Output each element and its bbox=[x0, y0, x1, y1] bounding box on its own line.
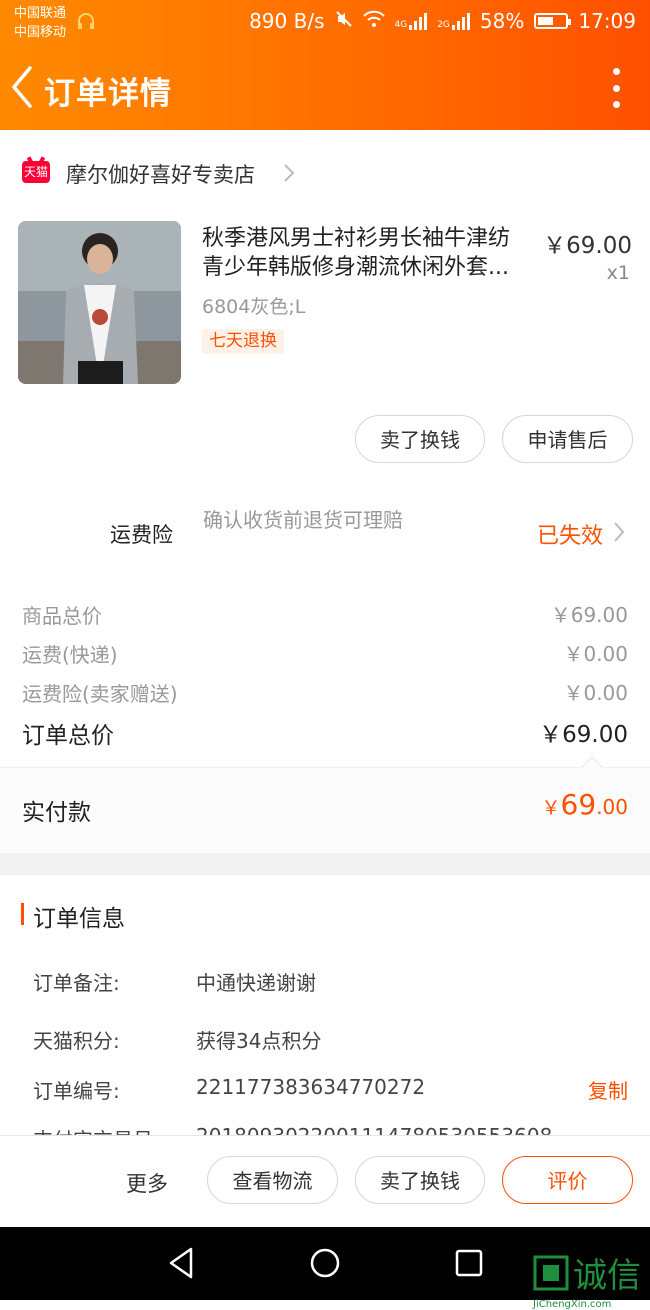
more-options-button[interactable] bbox=[606, 68, 626, 108]
order-info-title: 订单信息 bbox=[33, 906, 125, 932]
view-logistics-button[interactable]: 查看物流 bbox=[207, 1156, 338, 1204]
clock: 17:09 bbox=[578, 9, 636, 33]
battery-percent: 58% bbox=[479, 9, 525, 33]
carrier-2: 中国移动 bbox=[14, 25, 67, 40]
shipping-fee-label: 运费(快递) bbox=[22, 643, 118, 667]
product-sku: 6804灰色;L bbox=[202, 296, 306, 318]
goods-total-value: ￥69.00 bbox=[550, 603, 628, 627]
nav-back-icon[interactable] bbox=[166, 1246, 196, 1284]
sell-for-cash-button[interactable]: 卖了换钱 bbox=[355, 415, 485, 463]
status-indicators: 890 B/s 4G 2G 58% 17:09 bbox=[249, 9, 636, 33]
headset-icon bbox=[76, 12, 96, 36]
dot bbox=[612, 68, 620, 75]
tmall-icon: 天猫 bbox=[22, 161, 50, 183]
dot bbox=[612, 84, 620, 92]
product-price: ￥69.00 bbox=[543, 233, 632, 259]
back-arrow-icon bbox=[12, 66, 32, 108]
network-speed: 890 B/s bbox=[249, 9, 325, 33]
network-type-2: 2G bbox=[437, 20, 450, 30]
app-header: 中国联通 中国移动 890 B/s 4G 2G 58% 17:09 订单详情 bbox=[0, 0, 650, 130]
mute-icon bbox=[335, 9, 353, 33]
nav-recents-icon[interactable] bbox=[455, 1249, 483, 1281]
order-total-label: 订单总价 bbox=[22, 723, 114, 749]
copy-order-number-button[interactable]: 复制 bbox=[588, 1075, 628, 1104]
shipping-fee-value: ￥0.00 bbox=[563, 642, 628, 666]
signal-icon-1: 4G bbox=[395, 12, 428, 30]
watermark-subtext: JiChengXin.com bbox=[533, 1299, 612, 1310]
order-note-value: 中通快递谢谢 bbox=[196, 971, 316, 995]
nav-home-icon[interactable] bbox=[309, 1247, 341, 1283]
carrier-info: 中国联通 中国移动 bbox=[14, 4, 66, 42]
tmall-points-label: 天猫积分: bbox=[33, 1029, 120, 1053]
order-number-label: 订单编号: bbox=[33, 1079, 120, 1103]
chevron-right-icon[interactable] bbox=[612, 521, 626, 547]
carrier-1: 中国联通 bbox=[14, 6, 67, 21]
tmall-points-value: 获得34点积分 bbox=[196, 1029, 322, 1053]
paid-integer: 69 bbox=[560, 788, 597, 821]
order-note-label: 订单备注: bbox=[33, 971, 120, 995]
review-button[interactable]: 评价 bbox=[502, 1156, 633, 1204]
watermark-text: 诚信 bbox=[573, 1256, 641, 1296]
wifi-icon bbox=[362, 9, 385, 33]
section-divider bbox=[0, 853, 650, 875]
back-button[interactable] bbox=[8, 62, 48, 112]
tmall-badge-label: 天猫 bbox=[23, 165, 48, 179]
paid-amount: ￥69.00 bbox=[542, 788, 628, 821]
product-title[interactable]: 秋季港风男士衬衫男长袖牛津纺 青少年韩版修身潮流休闲外套... bbox=[202, 224, 536, 282]
after-sale-button[interactable]: 申请售后 bbox=[502, 415, 633, 463]
order-total-value: ￥69.00 bbox=[539, 722, 628, 748]
shipping-insurance-label: 运费险 bbox=[110, 523, 173, 547]
paid-currency: ￥ bbox=[541, 797, 561, 819]
product-quantity: x1 bbox=[606, 262, 630, 284]
goods-total-label: 商品总价 bbox=[22, 604, 102, 628]
product-title-line-2: 青少年韩版修身潮流休闲外套... bbox=[202, 255, 509, 280]
watermark-icon bbox=[533, 1255, 569, 1290]
chevron-right-icon[interactable] bbox=[282, 163, 296, 187]
page-title: 订单详情 bbox=[44, 76, 172, 112]
insurance-status[interactable]: 已失效 bbox=[537, 518, 603, 550]
dot bbox=[612, 101, 620, 108]
product-title-line-1: 秋季港风男士衬衫男长袖牛津纺 bbox=[202, 226, 511, 251]
order-number-value: 221177383634770272 bbox=[196, 1075, 426, 1099]
paid-label: 实付款 bbox=[22, 800, 91, 826]
notch-decoration-inner bbox=[581, 758, 603, 769]
product-image[interactable] bbox=[18, 221, 181, 384]
more-actions-button[interactable]: 更多 bbox=[126, 1168, 168, 1198]
shop-name[interactable]: 摩尔伽好喜好专卖店 bbox=[66, 159, 255, 189]
network-type-1: 4G bbox=[394, 20, 408, 30]
insurance-fee-value: ￥0.00 bbox=[563, 681, 628, 705]
section-accent-bar bbox=[21, 903, 24, 925]
seven-day-return-tag: 七天退换 bbox=[202, 329, 284, 354]
watermark-logo: 诚信 JiChengXin.com bbox=[533, 1248, 641, 1310]
shipping-insurance-desc: 确认收货前退货可理赔 bbox=[203, 508, 403, 532]
signal-icon-2: 2G bbox=[437, 12, 470, 30]
insurance-fee-label: 运费险(卖家赠送) bbox=[22, 682, 178, 706]
battery-icon bbox=[534, 13, 572, 29]
sell-for-cash-button-bottom[interactable]: 卖了换钱 bbox=[355, 1156, 485, 1204]
paid-decimal: .00 bbox=[596, 795, 628, 819]
